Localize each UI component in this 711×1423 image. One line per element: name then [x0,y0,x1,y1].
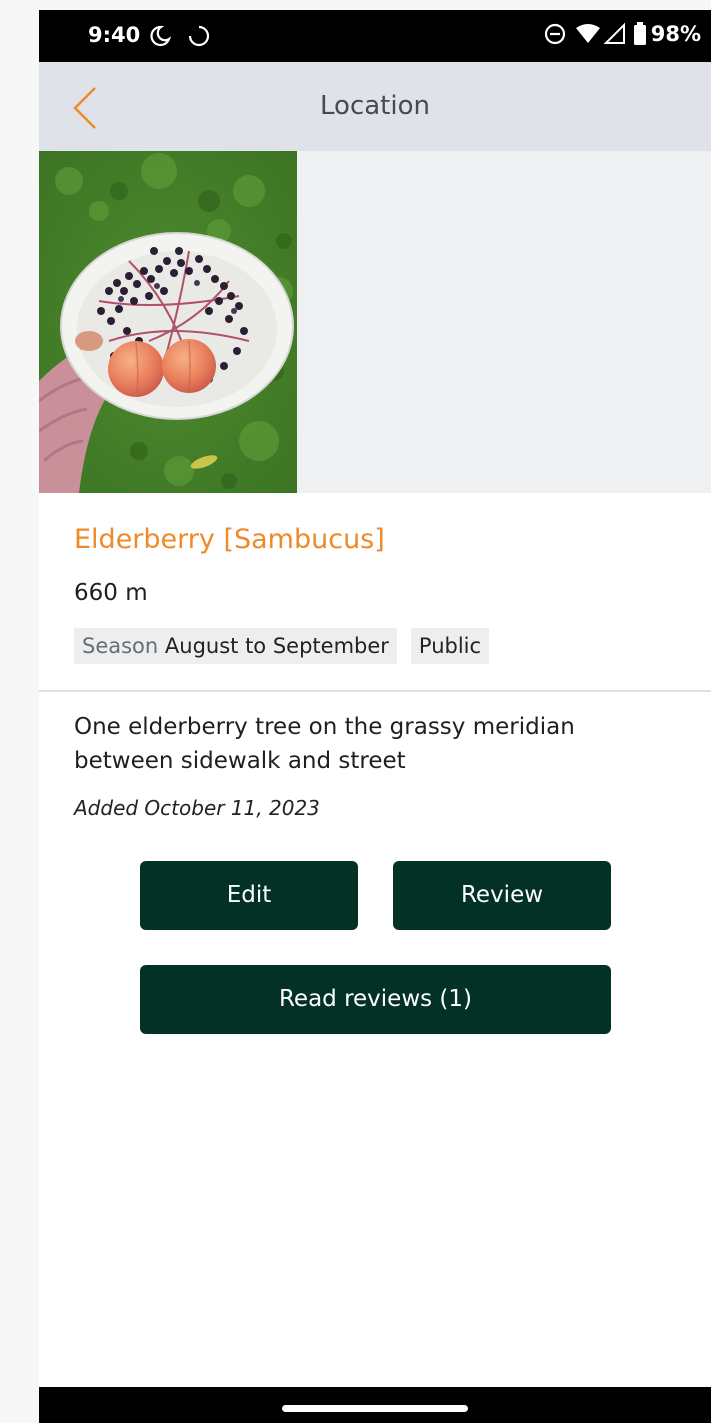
access-badge: Public [410,628,490,664]
night-mode-icon [150,25,172,47]
cell-signal-icon [603,22,625,44]
tags-row: Season August to September Public [74,628,503,664]
battery-icon [633,22,646,45]
plant-name: Elderberry [Sambucus] [74,524,385,555]
photo-gallery [39,151,711,493]
review-button[interactable]: Review [393,861,611,930]
app-header: Location [39,62,711,151]
home-gesture-handle[interactable] [282,1405,468,1412]
edit-button[interactable]: Edit [140,861,358,930]
status-time: 9:40 [88,23,141,47]
location-description: One elderberry tree on the grassy meridi… [74,714,575,774]
do-not-disturb-icon [544,23,565,45]
wifi-icon [575,24,600,43]
season-label: Season [82,634,159,658]
sync-circle-icon [188,25,210,47]
phone-screen: 9:40 98% Location Elderberry [Sambucus] … [39,10,711,1423]
status-bar: 9:40 98% [39,10,711,62]
status-left-icons [147,23,217,53]
battery-percent: 98% [650,22,701,46]
location-photo[interactable] [39,151,297,493]
read-reviews-button[interactable]: Read reviews (1) [140,965,611,1034]
distance-text: 660 m [74,580,148,606]
season-badge: Season August to September [74,628,397,664]
status-right-icons: 98% [543,22,701,46]
season-value: August to September [164,634,389,658]
system-nav-bar [39,1387,711,1423]
added-date: Added October 11, 2023 [74,796,320,820]
page-title: Location [320,91,430,121]
divider [39,690,711,692]
